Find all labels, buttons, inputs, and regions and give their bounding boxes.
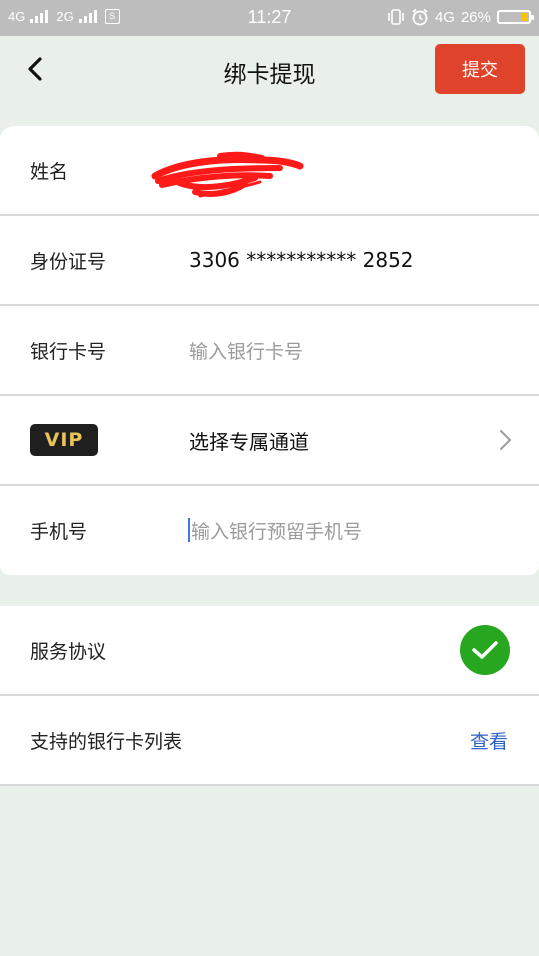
name-redaction-scribble	[151, 151, 304, 198]
divider	[0, 784, 539, 786]
bank-card-label: 银行卡号	[30, 340, 107, 363]
battery-fill	[521, 13, 528, 21]
status-bar: 4G 2G S 11:27 4G 26%	[0, 0, 539, 36]
text-cursor	[188, 518, 190, 542]
vip-channel-row[interactable]: VIP 选择专属通道	[0, 396, 539, 484]
battery-icon	[497, 10, 534, 24]
phone-input[interactable]: 输入银行预留手机号	[191, 517, 362, 544]
chevron-right-icon	[500, 430, 512, 450]
phone-row[interactable]: 手机号 输入银行预留手机号	[0, 486, 539, 574]
supported-banks-row: 支持的银行卡列表 查看	[0, 696, 539, 784]
app-header: 绑卡提现 提交	[0, 36, 539, 102]
agreement-list: 服务协议 支持的银行卡列表 查看	[0, 606, 539, 786]
name-row: 姓名	[0, 126, 539, 214]
name-label: 姓名	[30, 160, 69, 183]
id-value: 3306 *********** 2852	[189, 248, 414, 272]
alarm-icon	[412, 8, 428, 26]
bank-card-row[interactable]: 银行卡号 输入银行卡号	[0, 306, 539, 394]
id-row: 身份证号 3306 *********** 2852	[0, 216, 539, 304]
vip-badge: VIP	[30, 424, 98, 456]
status-right: 4G 26%	[387, 8, 534, 26]
supported-banks-label: 支持的银行卡列表	[30, 730, 183, 753]
vip-channel-select[interactable]: 选择专属通道	[189, 426, 309, 455]
vibrate-icon	[388, 9, 404, 25]
service-agreement-row[interactable]: 服务协议	[0, 606, 539, 694]
agreement-check-icon[interactable]	[460, 625, 510, 675]
network-type-3: 4G	[434, 8, 455, 26]
bind-card-form: 姓名 身份证号 3306 *********** 2852 银行卡号 输入银行卡…	[0, 126, 539, 575]
id-label: 身份证号	[30, 250, 107, 273]
bank-card-input[interactable]: 输入银行卡号	[189, 337, 303, 364]
submit-button[interactable]: 提交	[435, 44, 525, 94]
service-agreement-label: 服务协议	[30, 640, 107, 663]
battery-percent: 26%	[460, 8, 491, 26]
view-banks-link[interactable]: 查看	[470, 727, 508, 754]
phone-label: 手机号	[30, 520, 88, 543]
